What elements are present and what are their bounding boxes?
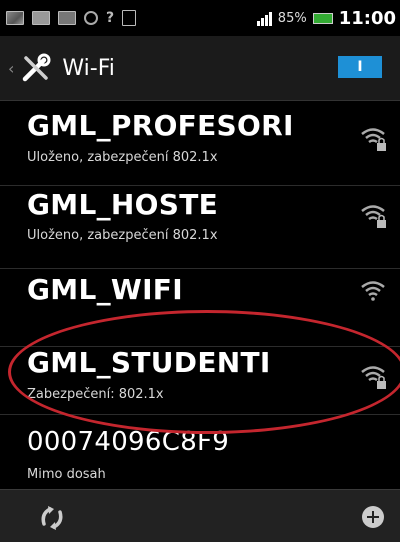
network-ssid: GML_WIFI	[27, 273, 183, 306]
clock: 11:00	[338, 7, 396, 29]
page-title: Wi-Fi	[62, 55, 115, 81]
mail-icon	[32, 11, 50, 25]
wifi-toggle[interactable]: I	[338, 56, 382, 78]
network-status: Uloženo, zabezpečení 802.1x	[27, 150, 218, 165]
network-status: Uloženo, zabezpečení 802.1x	[27, 228, 218, 243]
network-status: Mimo dosah	[27, 467, 106, 482]
status-bar: ? 85% 11:00	[0, 0, 400, 36]
battery-icon	[312, 12, 333, 24]
action-bar: ‹ Wi-Fi I	[0, 36, 400, 101]
network-item[interactable]: GML_HOSTE Uloženo, zabezpečení 802.1x	[0, 186, 400, 269]
wifi-locked-icon	[361, 128, 386, 151]
wifi-locked-icon	[361, 205, 386, 228]
wifi-icon	[361, 281, 385, 301]
calendar-icon	[122, 10, 137, 26]
signal-icon	[256, 10, 272, 26]
notification-icon	[84, 11, 98, 25]
image-icon	[6, 11, 24, 25]
help-icon: ?	[106, 10, 115, 26]
network-ssid: GML_PROFESORI	[27, 109, 294, 142]
add-icon[interactable]	[362, 506, 384, 528]
mail-icon	[58, 11, 76, 25]
toggle-label: I	[357, 59, 363, 75]
tools-icon[interactable]	[20, 52, 52, 84]
battery-percent: 85%	[277, 10, 307, 26]
back-caret-icon[interactable]: ‹	[8, 59, 14, 78]
network-item[interactable]: GML_PROFESORI Uloženo, zabezpečení 802.1…	[0, 101, 400, 186]
bottom-bar	[0, 489, 400, 542]
network-ssid: GML_HOSTE	[27, 188, 219, 221]
notification-icons: ?	[0, 10, 137, 26]
highlight-oval	[8, 310, 400, 434]
refresh-icon[interactable]	[38, 504, 66, 532]
